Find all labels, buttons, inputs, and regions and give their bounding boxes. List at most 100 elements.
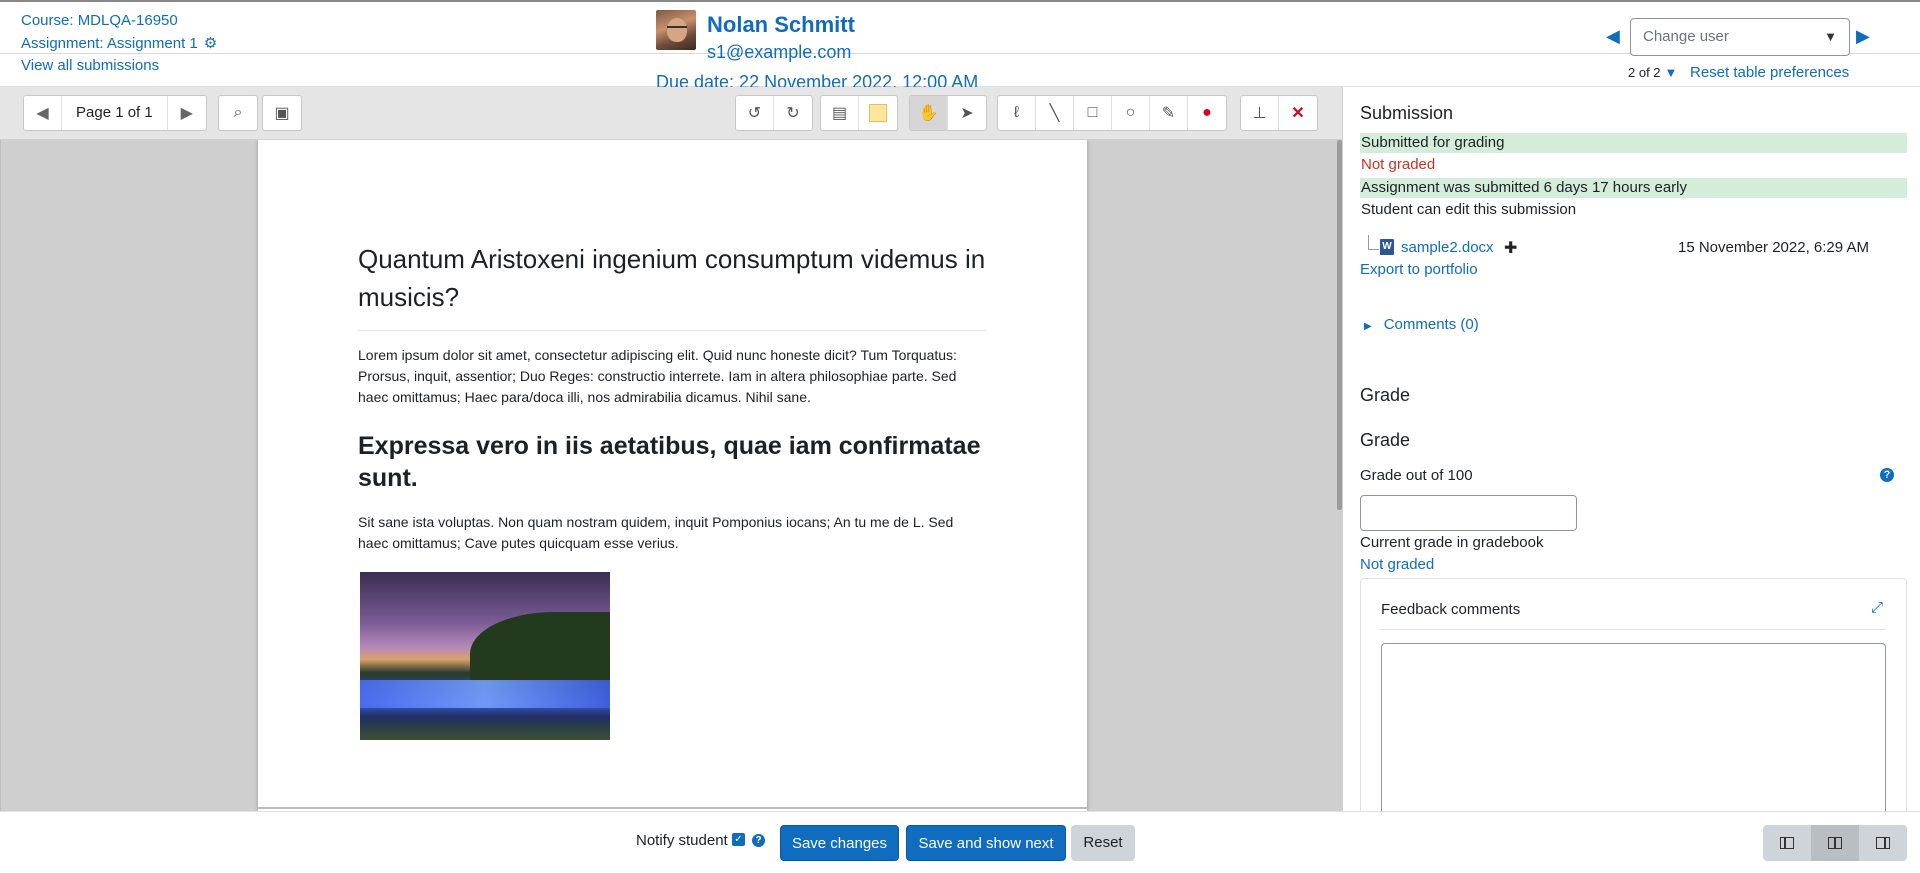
grade-subheading: Grade — [1360, 430, 1411, 450]
feedback-divider — [1381, 629, 1886, 630]
annotation-toolbar: ◀ Page 1 of 1 ▶ ⌕ ▣ ↺ ↻ ▤ ✋ ➤ ℓ ╲ □ ○ ✎ … — [0, 87, 1342, 140]
page-content: Quantum Aristoxeni ingenium consumptum v… — [358, 240, 986, 740]
grader-footer: Notify student ✓ ? Save changes Save and… — [0, 811, 1920, 873]
reset-button[interactable]: Reset — [1071, 825, 1135, 861]
document-page[interactable]: Quantum Aristoxeni ingenium consumptum v… — [258, 140, 1087, 811]
avatar[interactable] — [656, 10, 696, 50]
filter-icon[interactable]: ▼ — [1665, 65, 1678, 80]
grader-header: Course: MDLQA-16950 Assignment: Assignme… — [0, 2, 1920, 92]
status-submitted: Submitted for grading — [1360, 133, 1907, 153]
pen-icon: ℓ — [1013, 104, 1020, 121]
page-navigation-group: ◀ Page 1 of 1 ▶ — [23, 95, 207, 131]
next-page-button[interactable]: ▶ — [168, 96, 206, 130]
view-all-submissions-link[interactable]: View all submissions — [21, 57, 159, 74]
file-date: 15 November 2022, 6:29 AM — [1678, 239, 1869, 256]
user-name-link[interactable]: Nolan Schmitt — [707, 12, 855, 38]
gear-icon[interactable]: ⚙ — [204, 33, 217, 56]
assignment-link[interactable]: Assignment: Assignment 1 — [21, 35, 198, 52]
rotate-left-icon: ↺ — [747, 105, 762, 122]
default-layout-button[interactable] — [1811, 825, 1859, 861]
save-and-show-next-button[interactable]: Save and show next — [906, 825, 1066, 861]
hand-icon: ✋ — [918, 105, 939, 122]
course-info: Course: MDLQA-16950 Assignment: Assignme… — [21, 10, 217, 78]
status-grading: Not graded — [1361, 156, 1436, 173]
layout-split-icon — [1828, 837, 1842, 849]
search-comments-button[interactable]: ⌕ — [219, 96, 257, 130]
expand-view-button[interactable]: ▣ — [263, 96, 301, 130]
current-grade-label: Current grade in gradebook — [1360, 534, 1544, 551]
comment-group: ▤ — [820, 95, 898, 131]
comment-tool-button[interactable]: ▤ — [821, 96, 859, 130]
line-tool-button[interactable]: ╲ — [1036, 96, 1074, 130]
select-tool-button[interactable]: ➤ — [948, 96, 986, 130]
rotate-right-icon: ↻ — [786, 105, 800, 122]
yellow-swatch-icon — [869, 104, 887, 122]
notify-student-checkbox[interactable]: ✓ — [732, 833, 745, 846]
window-icon: ▣ — [274, 105, 290, 122]
course-link[interactable]: Course: MDLQA-16950 — [21, 12, 178, 29]
next-user-icon[interactable]: ▶ — [1856, 26, 1870, 47]
document-viewer[interactable]: Quantum Aristoxeni ingenium consumptum v… — [0, 140, 1342, 811]
notify-student-label: Notify student — [636, 832, 728, 849]
stamp-tool-button[interactable]: ⊥ — [1241, 96, 1279, 130]
document-paragraph-1: Lorem ipsum dolor sit amet, consectetur … — [358, 347, 957, 405]
annotation-colour-button[interactable]: ● — [1188, 96, 1226, 130]
red-drop-icon: ● — [1202, 104, 1212, 121]
previous-user-icon[interactable]: ◀ — [1606, 26, 1620, 47]
drawing-tools-group: ℓ ╲ □ ○ ✎ ● — [997, 95, 1227, 131]
rotate-left-button[interactable]: ↺ — [736, 96, 774, 130]
comments-toggle[interactable]: ▶ Comments (0) — [1360, 316, 1479, 333]
rotate-right-button[interactable]: ↻ — [774, 96, 812, 130]
comments-label: Comments (0) — [1383, 316, 1479, 333]
triangle-left-icon: ◀ — [36, 105, 49, 122]
notify-help-icon[interactable]: ? — [752, 834, 765, 847]
document-subheading: Expressa vero in iis aetatibus, quae iam… — [358, 432, 981, 492]
user-email-link[interactable]: s1@example.com — [707, 42, 851, 63]
stamp-picker-button[interactable]: ✕ — [1279, 96, 1317, 130]
search-comments-icon: ⌕ — [233, 104, 243, 121]
collapse-review-button[interactable] — [1859, 825, 1907, 861]
feedback-comments-box: Feedback comments ⤢ — [1360, 578, 1907, 811]
view-options-group: ⌕ — [218, 95, 258, 131]
layout-switcher — [1763, 825, 1907, 861]
expand-icon[interactable]: ⤢ — [1871, 599, 1883, 616]
rotate-group: ↺ ↻ — [735, 95, 813, 131]
comment-icon: ▤ — [831, 105, 848, 122]
layout-left-icon — [1780, 837, 1794, 849]
cursor-icon: ➤ — [960, 105, 974, 122]
plus-icon[interactable]: ✚ — [1504, 238, 1517, 258]
grade-input[interactable] — [1360, 495, 1577, 531]
page-select[interactable]: Page 1 of 1 — [62, 96, 168, 130]
pen-tool-button[interactable]: ℓ — [998, 96, 1036, 130]
circle-icon: ○ — [1125, 104, 1136, 121]
oval-tool-button[interactable]: ○ — [1112, 96, 1150, 130]
stamp-group: ⊥ ✕ — [1240, 95, 1318, 131]
red-cross-icon: ✕ — [1291, 105, 1305, 122]
grading-panel: Submission Submitted for grading Not gra… — [1342, 87, 1920, 811]
user-pager-count: 2 of 2 ▼ — [1628, 65, 1677, 80]
rectangle-icon: □ — [1087, 104, 1098, 121]
change-user-select[interactable]: Change user ▼ — [1630, 18, 1850, 56]
feedback-comments-label: Feedback comments — [1381, 601, 1521, 618]
select-group: ✋ ➤ — [909, 95, 987, 131]
layout-right-icon — [1876, 837, 1890, 849]
reset-table-preferences-link[interactable]: Reset table preferences — [1690, 64, 1849, 81]
comment-colour-button[interactable] — [859, 96, 897, 130]
change-user-placeholder: Change user — [1643, 28, 1729, 45]
triangle-right-icon: ▶ — [180, 105, 193, 122]
pan-tool-button[interactable]: ✋ — [910, 96, 948, 130]
current-grade-link[interactable]: Not graded — [1360, 556, 1434, 573]
highlighter-tool-button[interactable]: ✎ — [1150, 96, 1188, 130]
status-timing: Assignment was submitted 6 days 17 hours… — [1360, 178, 1907, 198]
help-icon[interactable]: ? — [1880, 468, 1894, 482]
feedback-editor[interactable] — [1381, 643, 1886, 811]
export-to-portfolio-link[interactable]: Export to portfolio — [1360, 261, 1478, 278]
collapse-panel-button[interactable] — [1763, 825, 1811, 861]
line-icon: ╲ — [1049, 105, 1060, 122]
save-changes-button[interactable]: Save changes — [780, 825, 899, 861]
status-editable: Student can edit this submission — [1361, 201, 1577, 218]
rectangle-tool-button[interactable]: □ — [1074, 96, 1112, 130]
previous-page-button[interactable]: ◀ — [24, 96, 62, 130]
file-link[interactable]: sample2.docx — [1401, 239, 1494, 256]
grade-section-heading: Grade — [1360, 385, 1411, 405]
